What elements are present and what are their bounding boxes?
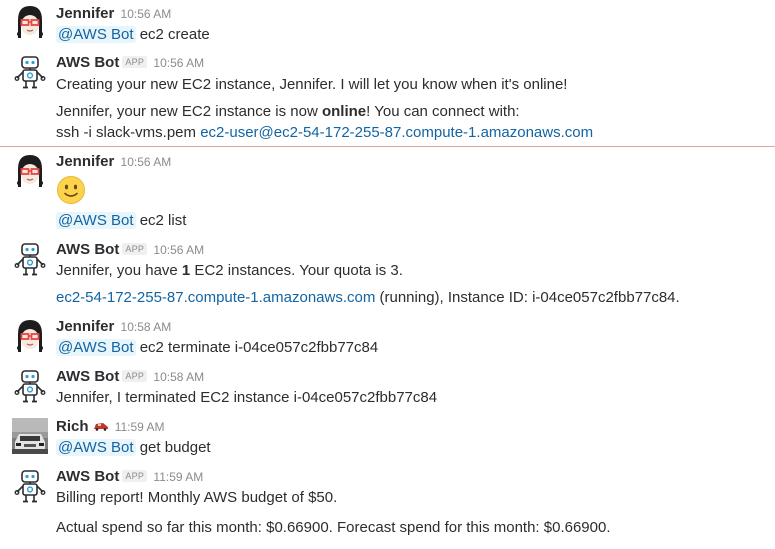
timestamp[interactable]: 10:58 AM (153, 370, 204, 384)
text-segment: Jennifer, your new EC2 instance is now (56, 103, 322, 120)
timestamp[interactable]: 11:59 AM (115, 420, 165, 434)
timestamp[interactable]: 10:56 AM (153, 56, 204, 70)
message-text: @AWS Bot ec2 list (56, 211, 186, 231)
race-car-flag-icon (93, 423, 108, 431)
bold-text: online (321, 103, 367, 120)
avatar[interactable] (12, 418, 48, 454)
message-header: Rich 11:59 AM (56, 417, 165, 437)
bold-text: 1 (181, 262, 191, 279)
message-body: ec2 terminate i-04ce057c2fbb77c84 (139, 339, 379, 356)
message-body-line3: ssh -i slack-vms.pem ec2-user@ec2-54-172… (56, 123, 593, 143)
message-body-line2: Jennifer, your new EC2 instance is now o… (56, 102, 520, 122)
message-header: Jennifer 10:56 AM (56, 152, 171, 172)
sender-name[interactable]: Jennifer (56, 5, 114, 22)
text-segment: ssh -i slack-vms.pem (56, 124, 201, 141)
sender-name[interactable]: Rich (56, 418, 89, 435)
message-text: @AWS Bot ec2 create (56, 25, 210, 45)
message-header: Jennifer 10:58 AM (56, 317, 171, 337)
message-body: get budget (139, 439, 211, 456)
text-segment: EC2 instances. Your quota is 3. (190, 262, 403, 279)
new-messages-divider (0, 146, 775, 147)
avatar[interactable] (12, 318, 48, 354)
sender-name[interactable]: AWS Bot (56, 368, 119, 385)
message-body-line2: Actual spend so far this month: $0.66900… (56, 519, 611, 536)
app-badge: APP (122, 56, 148, 68)
avatar[interactable] (12, 153, 48, 189)
sender-name[interactable]: AWS Bot (56, 468, 119, 485)
avatar[interactable] (12, 368, 48, 404)
timestamp[interactable]: 11:59 AM (153, 470, 203, 484)
slightly-smiling-face-icon (57, 176, 85, 204)
app-badge: APP (122, 470, 148, 482)
timestamp[interactable]: 10:56 AM (153, 243, 204, 257)
sender-name[interactable]: AWS Bot (56, 241, 119, 258)
text-segment: ! You can connect with: (366, 103, 520, 120)
message-header: Jennifer 10:56 AM (56, 4, 171, 24)
message-header: AWS Bot APP 10:58 AM (56, 367, 204, 387)
message-header: AWS Bot APP 10:56 AM (56, 240, 204, 260)
message-body: ec2 list (139, 212, 187, 229)
text-segment: (running), Instance ID: i-04ce057c2fbb77… (375, 289, 680, 306)
app-badge: APP (122, 243, 148, 255)
mention-link[interactable]: @AWS Bot (56, 26, 136, 43)
message-body: Jennifer, you have 1 EC2 instances. Your… (56, 261, 403, 281)
timestamp[interactable]: 10:56 AM (121, 155, 172, 169)
avatar[interactable] (12, 468, 48, 504)
mention-link[interactable]: @AWS Bot (56, 212, 136, 229)
message-body: Jennifer, I terminated EC2 instance i-04… (56, 389, 438, 406)
sender-name[interactable]: AWS Bot (56, 54, 119, 71)
message-text: @AWS Bot get budget (56, 438, 211, 458)
message-text: @AWS Bot ec2 terminate i-04ce057c2fbb77c… (56, 338, 378, 358)
app-badge: APP (122, 370, 148, 382)
mention-link[interactable]: @AWS Bot (56, 339, 136, 356)
message-header: AWS Bot APP 10:56 AM (56, 53, 204, 73)
mention-link[interactable]: @AWS Bot (56, 439, 136, 456)
sender-name[interactable]: Jennifer (56, 153, 114, 170)
avatar[interactable] (12, 54, 48, 90)
message-body: Billing report! Monthly AWS budget of $5… (56, 489, 338, 506)
timestamp[interactable]: 10:56 AM (121, 7, 172, 21)
avatar[interactable] (12, 241, 48, 277)
hostname-link[interactable]: ec2-54-172-255-87.compute-1.amazonaws.co… (56, 289, 375, 306)
message-body-line2: ec2-54-172-255-87.compute-1.amazonaws.co… (56, 288, 680, 308)
text-segment: Jennifer, you have (56, 262, 182, 279)
sender-name[interactable]: Jennifer (56, 318, 114, 335)
message-body: ec2 create (139, 26, 210, 43)
avatar[interactable] (12, 4, 48, 40)
message-header: AWS Bot APP 11:59 AM (56, 467, 203, 487)
hostname-link[interactable]: ec2-user@ec2-54-172-255-87.compute-1.ama… (200, 124, 593, 141)
timestamp[interactable]: 10:58 AM (121, 320, 172, 334)
message-body: Creating your new EC2 instance, Jennifer… (56, 76, 568, 93)
